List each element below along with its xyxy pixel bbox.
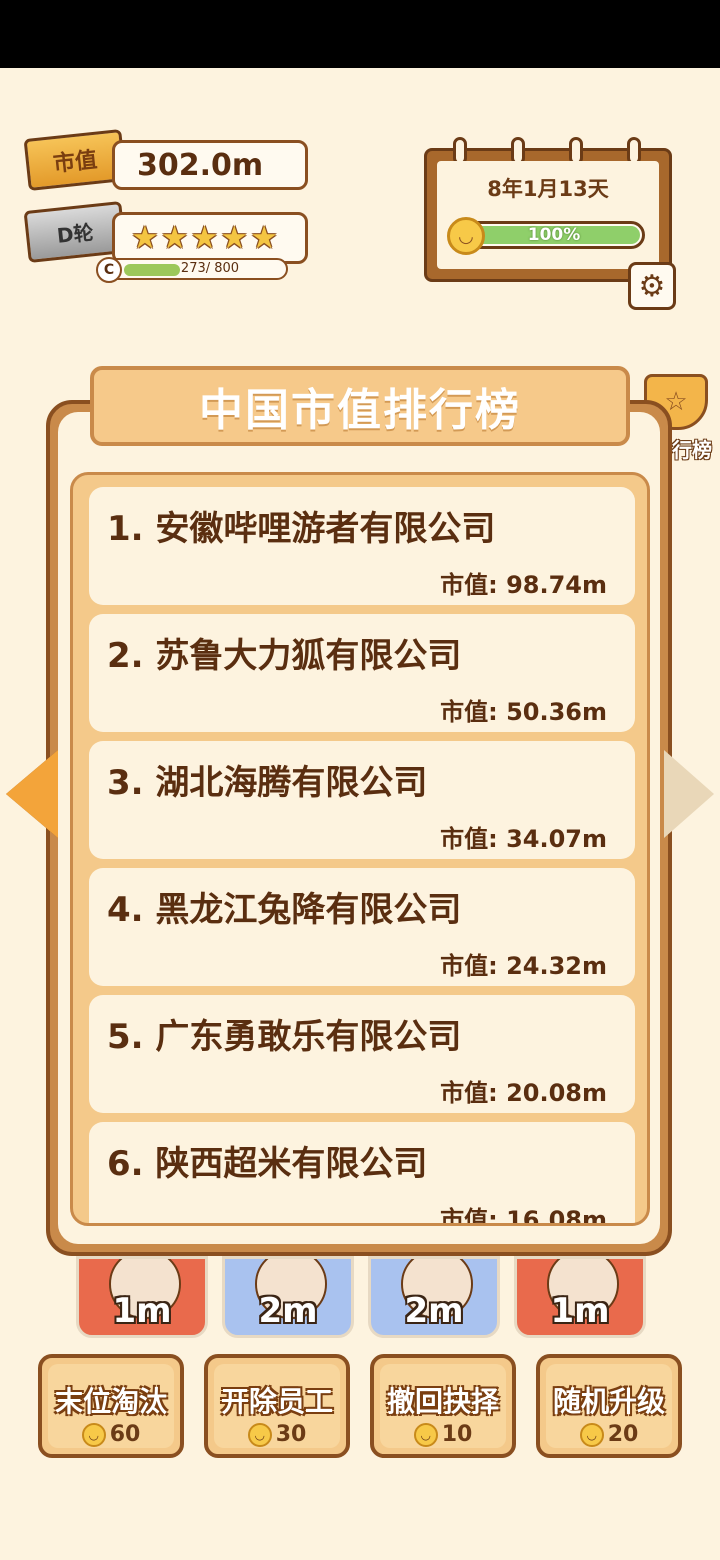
fire-employee-button[interactable]: 开除员工 ◡ 30 <box>204 1354 350 1458</box>
mood-percent-text: 100% <box>527 225 581 245</box>
settings-button[interactable]: ⚙ <box>628 262 676 310</box>
ranking-row: 3. 湖北海腾有限公司 市值: 34.07m <box>89 741 635 859</box>
action-label: 撤回抉择 <box>386 1385 499 1418</box>
company-name: 4. 黑龙江兔降有限公司 <box>107 890 462 930</box>
star-icon: ★ <box>131 219 159 256</box>
ranking-row: 2. 苏鲁大力狐有限公司 市值: 50.36m <box>89 614 635 732</box>
action-cost: ◡ 10 <box>374 1422 512 1447</box>
company-market-value: 市值: 16.08m <box>440 1206 607 1226</box>
gear-icon: ⚙ <box>638 268 666 304</box>
round-ticket-label: D轮 <box>55 219 95 248</box>
company-name: 6. 陕西超米有限公司 <box>107 1144 428 1184</box>
xp-progress-bar: 273/ 800 <box>102 258 288 280</box>
star-rating: ★ ★ ★ ★ ★ <box>112 212 308 264</box>
employee-value: 2m <box>404 1291 464 1331</box>
xp-progress-text: 273/ 800 <box>180 261 240 276</box>
company-market-value: 市值: 34.07m <box>440 825 607 853</box>
action-cost: ◡ 60 <box>42 1422 180 1447</box>
cost-value: 60 <box>109 1422 141 1447</box>
company-name: 3. 湖北海腾有限公司 <box>107 763 428 803</box>
star-icon: ★ <box>250 219 278 256</box>
company-market-value: 市值: 24.32m <box>440 952 607 980</box>
smiley-icon: ◡ <box>413 1423 438 1447</box>
employee-card[interactable]: 1m <box>514 1256 646 1338</box>
prev-page-arrow-icon[interactable] <box>6 750 58 838</box>
action-label: 随机升级 <box>552 1385 665 1418</box>
funding-round-ticket: D轮 <box>23 201 127 263</box>
employee-value: 1m <box>550 1291 610 1331</box>
smiley-icon: ◡ <box>447 217 485 255</box>
employee-value: 2m <box>258 1291 318 1331</box>
ranking-tab-label: 行榜 <box>672 438 712 462</box>
company-name: 1. 安徽哔哩游者有限公司 <box>107 509 496 549</box>
market-ticket-label: 市值 <box>52 147 99 178</box>
market-value-text: 302.0m <box>137 147 264 183</box>
ranking-row: 6. 陕西超米有限公司 市值: 16.08m <box>89 1122 635 1226</box>
company-market-value: 市值: 50.36m <box>440 698 607 726</box>
company-name: 5. 广东勇敢乐有限公司 <box>107 1017 462 1057</box>
market-value-ticket: 市值 <box>23 129 127 191</box>
star-icon: ★ <box>220 219 249 256</box>
cost-value: 30 <box>275 1422 307 1447</box>
next-page-arrow-icon[interactable] <box>664 750 714 838</box>
cost-value: 20 <box>607 1422 639 1447</box>
smiley-icon: ◡ <box>81 1423 106 1447</box>
company-market-value: 市值: 98.74m <box>440 571 607 599</box>
calendar-date: 8年1月13天 <box>487 177 609 201</box>
undo-choice-button[interactable]: 撤回抉择 ◡ 10 <box>370 1354 516 1458</box>
company-name: 2. 苏鲁大力狐有限公司 <box>107 636 462 676</box>
mood-progress-bar: 100% <box>463 221 645 249</box>
status-bar <box>0 0 720 68</box>
company-market-value: 市值: 20.08m <box>440 1079 607 1107</box>
ranking-row: 1. 安徽哔哩游者有限公司 市值: 98.74m <box>89 487 635 605</box>
employee-card[interactable]: 1m <box>76 1256 208 1338</box>
action-cost: ◡ 20 <box>540 1422 678 1447</box>
market-value-display: 302.0m <box>112 140 308 190</box>
action-label: 开除员工 <box>220 1385 333 1418</box>
xp-badge: C <box>96 257 122 283</box>
ranking-list[interactable]: 1. 安徽哔哩游者有限公司 市值: 98.74m 2. 苏鲁大力狐有限公司 市值… <box>70 472 650 1226</box>
action-label: 末位淘汰 <box>54 1385 167 1418</box>
employee-value: 1m <box>112 1291 172 1331</box>
employee-card[interactable]: 2m <box>368 1256 500 1338</box>
random-upgrade-button[interactable]: 随机升级 ◡ 20 <box>536 1354 682 1458</box>
star-icon: ★ <box>190 219 219 256</box>
smiley-icon: ◡ <box>579 1423 604 1447</box>
cost-value: 10 <box>441 1422 473 1447</box>
smiley-icon: ◡ <box>247 1423 272 1447</box>
ranking-title: 中国市值排行榜 <box>90 366 630 446</box>
eliminate-last-button[interactable]: 末位淘汰 ◡ 60 <box>38 1354 184 1458</box>
star-icon: ★ <box>160 219 189 256</box>
employee-card[interactable]: 2m <box>222 1256 354 1338</box>
action-cost: ◡ 30 <box>208 1422 346 1447</box>
ranking-row: 5. 广东勇敢乐有限公司 市值: 20.08m <box>89 995 635 1113</box>
ranking-row: 4. 黑龙江兔降有限公司 市值: 24.32m <box>89 868 635 986</box>
